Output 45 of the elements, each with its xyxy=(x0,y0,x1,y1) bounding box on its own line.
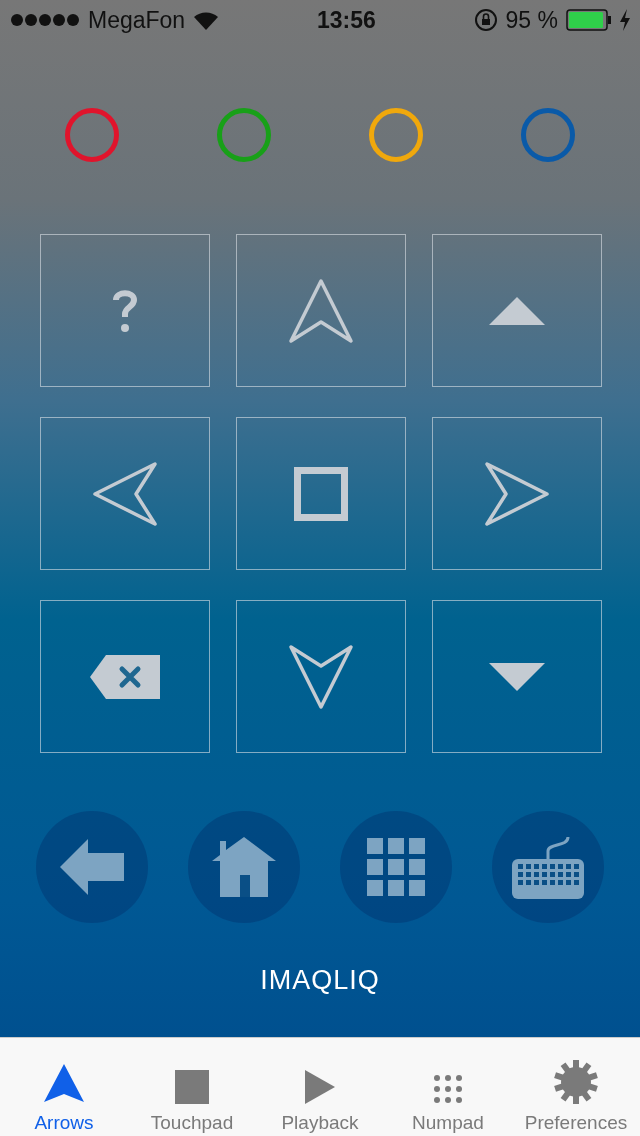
arrow-down-key[interactable] xyxy=(236,600,406,753)
color-key[interactable] xyxy=(521,108,575,162)
battery-icon xyxy=(566,9,612,31)
triangle-up-icon xyxy=(489,296,545,325)
tab[interactable]: Playback xyxy=(256,1038,384,1136)
clock-time: 13:56 xyxy=(316,6,376,34)
question-icon xyxy=(113,288,137,333)
dots-icon xyxy=(433,1074,463,1104)
rotation-lock-icon xyxy=(473,8,498,32)
play-icon xyxy=(305,1070,335,1104)
backspace-icon xyxy=(90,654,160,699)
tab[interactable]: Preferences xyxy=(512,1038,640,1136)
arrow-down-icon xyxy=(288,643,354,710)
arrow-icon xyxy=(44,1064,84,1104)
color-key[interactable] xyxy=(369,108,423,162)
grid-icon xyxy=(367,838,425,896)
signal-icon xyxy=(10,13,80,27)
backspace-key[interactable] xyxy=(40,600,210,753)
page-up-key[interactable] xyxy=(432,234,602,387)
tab[interactable]: Arrows xyxy=(0,1038,128,1136)
keyboard-icon xyxy=(512,835,584,899)
page-down-key[interactable] xyxy=(432,600,602,753)
color-key[interactable] xyxy=(217,108,271,162)
triangle-down-icon xyxy=(489,662,545,691)
charging-icon xyxy=(620,9,630,31)
arrow-up-icon xyxy=(288,277,354,344)
arrow-right-icon xyxy=(484,460,550,527)
arrow-left-icon xyxy=(60,839,124,895)
tab[interactable]: Touchpad xyxy=(128,1038,256,1136)
battery-percent: 95 % xyxy=(505,6,558,34)
arrow-left-key[interactable] xyxy=(40,417,210,570)
help-key[interactable] xyxy=(40,234,210,387)
gear-icon xyxy=(554,1060,598,1104)
carrier-name: MegaFon xyxy=(88,6,186,34)
color-key[interactable] xyxy=(65,108,119,162)
arrow-up-key[interactable] xyxy=(236,234,406,387)
home-icon xyxy=(212,837,276,897)
square-icon xyxy=(175,1070,209,1104)
ok-key[interactable] xyxy=(236,417,406,570)
brand-name: IMAQLIQ xyxy=(260,965,380,996)
arrow-left-icon xyxy=(92,460,158,527)
tab[interactable]: Numpad xyxy=(384,1038,512,1136)
arrow-right-key[interactable] xyxy=(432,417,602,570)
square-icon xyxy=(294,466,348,521)
wifi-icon xyxy=(193,10,220,30)
